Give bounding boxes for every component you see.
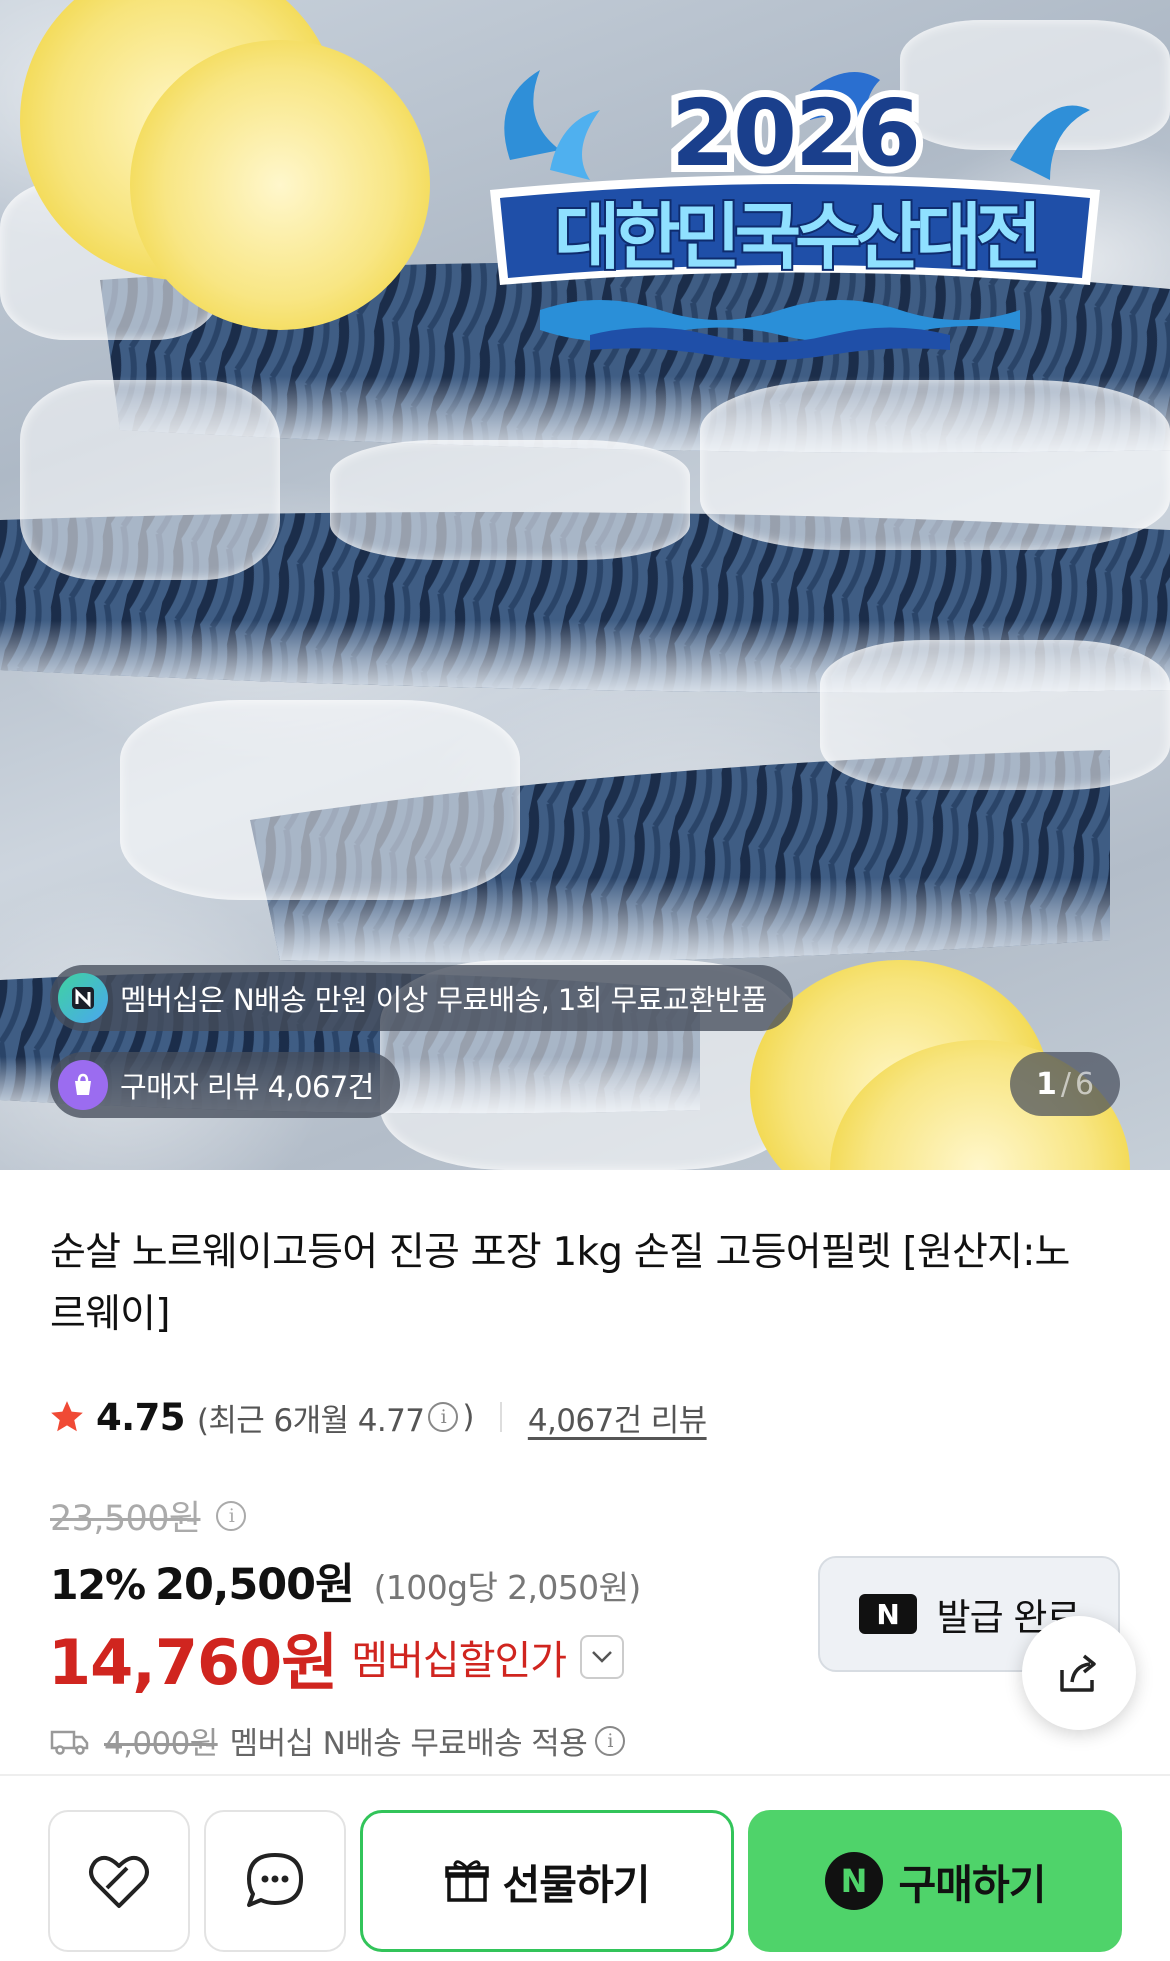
image-counter-current: 1 xyxy=(1035,1066,1057,1102)
gift-button-label: 선물하기 xyxy=(502,1861,651,1909)
review-count-text: 구매자 리뷰 4,067건 xyxy=(120,1070,374,1104)
delivery-text: 멤버십 N배송 무료배송 적용 xyxy=(229,1726,588,1762)
original-price: 23,500원 xyxy=(50,1499,201,1539)
chat-bubble-icon xyxy=(243,1851,307,1911)
rating-row: 4.75 (최근 6개월 4.77 i ) 4,067건 리뷰 xyxy=(48,1392,707,1442)
naver-n-logo: N xyxy=(824,1852,883,1910)
membership-benefit-pill[interactable]: 멤버십은 N배송 만원 이상 무료배송, 1회 무료교환반품 xyxy=(50,965,793,1031)
wishlist-button[interactable] xyxy=(48,1810,190,1952)
delivery-info-row: 4,000원 멤버십 N배송 무료배송 적용 i xyxy=(50,1718,629,1763)
chat-button[interactable] xyxy=(204,1810,346,1952)
logo-title: 대한민국수산대전 xyxy=(554,195,1037,279)
image-counter-separator: / xyxy=(1060,1066,1071,1102)
gift-button[interactable]: 선물하기 xyxy=(360,1810,734,1952)
review-link[interactable]: 4,067건 리뷰 xyxy=(528,1395,707,1440)
heart-icon xyxy=(87,1852,151,1910)
membership-price-label: 멤버십할인가 xyxy=(351,1638,567,1684)
gift-icon xyxy=(444,1858,489,1904)
product-title: 순살 노르웨이고등어 진공 포장 1kg 손질 고등어필렛 [원산지:노르웨이] xyxy=(50,1230,1070,1337)
star-icon xyxy=(48,1398,86,1436)
share-icon xyxy=(1054,1648,1104,1698)
original-price-row: 23,500원 i xyxy=(50,1490,250,1541)
chevron-down-icon[interactable] xyxy=(580,1635,625,1679)
seafood-festival-logo: 2026 대한민국수산대전 xyxy=(490,70,1100,360)
product-image-carousel[interactable]: 2026 대한민국수산대전 멤버십은 N배송 만원 이상 무료배송, 1회 무료… xyxy=(0,0,1170,1170)
original-delivery-fee: 4,000원 xyxy=(104,1726,218,1762)
buy-button-label: 구매하기 xyxy=(898,1861,1047,1909)
sale-price-row: 12% 20,500원 (100g당 2,050원) xyxy=(50,1550,641,1612)
shopping-bag-icon xyxy=(58,1060,108,1110)
lemon-slice xyxy=(130,40,430,330)
info-icon[interactable]: i xyxy=(595,1725,626,1756)
image-counter: 1 / 6 xyxy=(1010,1052,1120,1116)
discount-rate: 12% xyxy=(50,1561,146,1609)
ice-chunk xyxy=(330,440,690,560)
divider xyxy=(499,1402,502,1432)
ice-chunk xyxy=(700,380,1170,550)
ice-chunk xyxy=(120,700,520,900)
buy-button[interactable]: N 구매하기 xyxy=(748,1810,1122,1952)
n-delivery-icon xyxy=(58,973,108,1023)
sale-price: 20,500원 xyxy=(155,1560,354,1610)
ice-chunk xyxy=(20,380,280,580)
membership-benefit-text: 멤버십은 N배송 만원 이상 무료배송, 1회 무료교환반품 xyxy=(120,983,768,1017)
membership-price: 14,760원 xyxy=(48,1626,338,1699)
recent-rating-close: ) xyxy=(462,1399,474,1435)
membership-price-row: 14,760원 멤버십할인가 xyxy=(48,1612,625,1702)
image-counter-total: 6 xyxy=(1074,1066,1095,1102)
recent-rating-text: (최근 6개월 4.77 xyxy=(196,1402,425,1439)
bottom-action-bar: 선물하기 N 구매하기 xyxy=(0,1774,1170,1961)
review-count-pill[interactable]: 구매자 리뷰 4,067건 xyxy=(50,1052,400,1118)
info-icon[interactable]: i xyxy=(216,1500,247,1531)
logo-year: 2026 xyxy=(671,80,919,187)
share-button[interactable] xyxy=(1022,1616,1136,1730)
rating-score: 4.75 xyxy=(96,1395,185,1439)
naver-n-logo: N xyxy=(858,1594,917,1634)
truck-icon xyxy=(50,1726,90,1756)
unit-price: (100g당 2,050원) xyxy=(373,1568,642,1607)
info-icon[interactable]: i xyxy=(428,1402,459,1432)
ice-chunk xyxy=(820,640,1170,790)
